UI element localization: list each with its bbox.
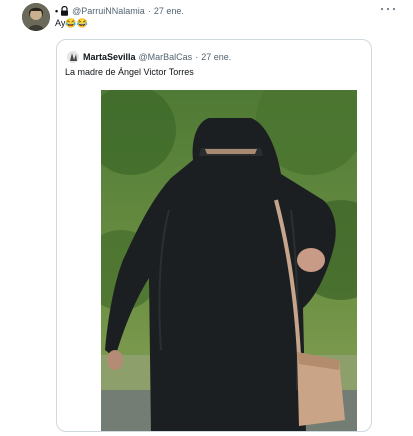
quote-photo[interactable] bbox=[101, 90, 357, 431]
more-dot bbox=[381, 8, 383, 10]
more-options-icon[interactable] bbox=[381, 6, 395, 12]
tweet-header: • @ParruiNNalamia · 27 ene. bbox=[55, 4, 184, 18]
quote-time[interactable]: 27 ene. bbox=[201, 52, 231, 62]
more-dot bbox=[393, 8, 395, 10]
more-dot bbox=[387, 8, 389, 10]
quote-avatar[interactable] bbox=[67, 51, 79, 63]
quote-header: MartaSevilla @MarBalCas · 27 ene. bbox=[67, 50, 231, 64]
tweet[interactable]: • @ParruiNNalamia · 27 ene. Ay😂😂 MartaSe… bbox=[0, 0, 413, 436]
name-dot: • bbox=[55, 6, 59, 16]
tweet-handle[interactable]: @ParruiNNalamia bbox=[72, 6, 145, 16]
quote-handle[interactable]: @MarBalCas bbox=[139, 52, 193, 62]
separator: · bbox=[147, 6, 151, 16]
quote-name[interactable]: MartaSevilla bbox=[83, 52, 136, 62]
tweet-text: Ay😂😂 bbox=[55, 18, 88, 28]
lock-icon bbox=[60, 5, 69, 16]
quoted-tweet[interactable]: MartaSevilla @MarBalCas · 27 ene. La mad… bbox=[56, 39, 372, 432]
avatar[interactable] bbox=[22, 3, 50, 31]
quote-text: La madre de Ángel Victor Torres bbox=[65, 67, 194, 77]
tweet-time[interactable]: 27 ene. bbox=[154, 6, 184, 16]
quote-separator: · bbox=[195, 52, 199, 62]
